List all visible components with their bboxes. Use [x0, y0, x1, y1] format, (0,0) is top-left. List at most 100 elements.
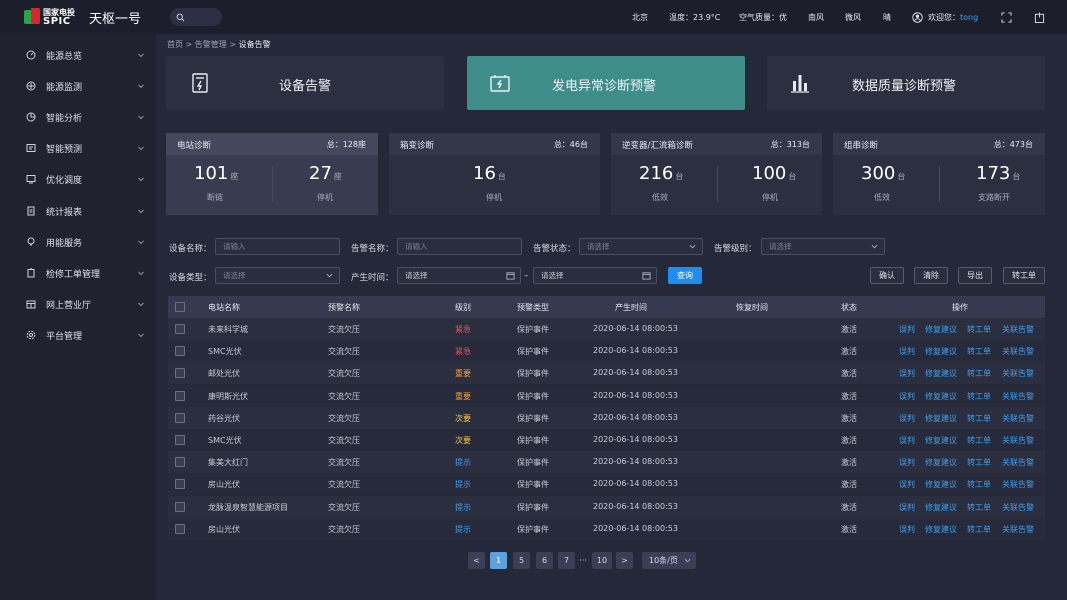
sidebar-item[interactable]: 智能预测: [0, 136, 156, 160]
repair-suggestion-link[interactable]: 修复建议: [925, 457, 957, 468]
misjudge-link[interactable]: 误判: [899, 502, 915, 513]
table-row[interactable]: SMC光伏 交流欠压 次要 保护事件 2020-06-14 08:00:53 激活 误判 修复…: [168, 429, 1045, 451]
misjudge-link[interactable]: 误判: [899, 391, 915, 402]
transfer-workorder-link[interactable]: 转工单: [967, 524, 991, 535]
misjudge-link[interactable]: 误判: [899, 479, 915, 490]
alarm-level-select[interactable]: 请选择: [761, 238, 885, 255]
repair-suggestion-link[interactable]: 修复建议: [925, 368, 957, 379]
table-row[interactable]: 邮处光伏 交流欠压 重要 保护事件 2020-06-14 08:00:53 激活 误判 修复建…: [168, 362, 1045, 385]
misjudge-link[interactable]: 误判: [899, 435, 915, 446]
breadcrumb-parent[interactable]: 告警管理: [195, 40, 227, 49]
data-quality-card[interactable]: 数据质量诊断预警: [767, 56, 1045, 110]
misjudge-link[interactable]: 误判: [899, 413, 915, 424]
logo[interactable]: 国家电投 SPIC 天枢一号: [24, 8, 154, 27]
repair-suggestion-link[interactable]: 修复建议: [925, 324, 957, 335]
page-button[interactable]: 1: [490, 552, 507, 569]
related-alarm-link[interactable]: 关联告警: [1002, 435, 1034, 446]
repair-suggestion-link[interactable]: 修复建议: [925, 346, 957, 357]
row-checkbox[interactable]: [175, 457, 185, 468]
related-alarm-link[interactable]: 关联告警: [1002, 368, 1034, 379]
repair-suggestion-link[interactable]: 修复建议: [925, 413, 957, 424]
generation-anomaly-card[interactable]: 发电异常诊断预警: [467, 56, 745, 110]
transfer-workorder-link[interactable]: 转工单: [967, 435, 991, 446]
misjudge-link[interactable]: 误判: [899, 346, 915, 357]
related-alarm-link[interactable]: 关联告警: [1002, 479, 1034, 490]
page-button[interactable]: 10: [592, 552, 612, 569]
sidebar-item[interactable]: 能源总览: [0, 43, 156, 67]
related-alarm-link[interactable]: 关联告警: [1002, 457, 1034, 468]
sidebar-item[interactable]: 智能分析: [0, 105, 156, 129]
misjudge-link[interactable]: 误判: [899, 457, 915, 468]
table-row[interactable]: 药谷光伏 交流欠压 次要 保护事件 2020-06-14 08:00:53 激活 误判 修复建…: [168, 406, 1045, 429]
end-date-input[interactable]: 请选择: [533, 267, 657, 284]
sidebar-item[interactable]: 检修工单管理: [0, 261, 156, 285]
sidebar-item[interactable]: 优化调度: [0, 167, 156, 191]
box-transformer-diagnosis-card[interactable]: 箱变诊断 总：46台 16 台 停机: [389, 133, 600, 215]
query-button[interactable]: 查询: [668, 267, 702, 284]
fullscreen-button[interactable]: [1001, 0, 1012, 34]
row-checkbox[interactable]: [175, 368, 185, 379]
select-all-checkbox[interactable]: [175, 302, 185, 312]
row-checkbox[interactable]: [175, 435, 185, 445]
table-row[interactable]: 康明斯光伏 交流欠压 重要 保护事件 2020-06-14 08:00:53 激活 误判 修复…: [168, 384, 1045, 407]
transfer-workorder-link[interactable]: 转工单: [967, 457, 991, 468]
misjudge-link[interactable]: 误判: [899, 324, 915, 335]
row-checkbox[interactable]: [175, 523, 185, 534]
transfer-workorder-link[interactable]: 转工单: [967, 346, 991, 357]
misjudge-link[interactable]: 误判: [899, 368, 915, 379]
device-alarm-card[interactable]: 设备告警: [166, 56, 444, 110]
related-alarm-link[interactable]: 关联告警: [1002, 413, 1034, 424]
alarm-name-input[interactable]: 请输入: [397, 238, 522, 255]
station-diagnosis-card[interactable]: 电站诊断 总：128座 101 座 断链 27 座 停机: [166, 133, 378, 215]
page-size-select[interactable]: 10条/页: [642, 552, 696, 569]
prev-page-button[interactable]: <: [468, 552, 485, 569]
clear-button[interactable]: 清除: [914, 267, 948, 284]
repair-suggestion-link[interactable]: 修复建议: [925, 524, 957, 535]
inverter-diagnosis-card[interactable]: 逆变器/汇流箱诊断 总：313台 216 台 低效 100 台 停机: [611, 133, 822, 215]
sidebar-item[interactable]: 用能服务: [0, 230, 156, 254]
table-row[interactable]: 房山光伏 交流欠压 提示 保护事件 2020-06-14 08:00:53 激活 误判 修复建…: [168, 473, 1045, 496]
page-button[interactable]: 6: [536, 552, 553, 569]
row-checkbox[interactable]: [175, 412, 185, 423]
related-alarm-link[interactable]: 关联告警: [1002, 524, 1034, 535]
logout-button[interactable]: [1034, 0, 1045, 34]
repair-suggestion-link[interactable]: 修复建议: [925, 502, 957, 513]
transfer-workorder-link[interactable]: 转工单: [967, 391, 991, 402]
related-alarm-link[interactable]: 关联告警: [1002, 346, 1034, 357]
table-row[interactable]: 龙脉温泉智慧能源项目 交流欠压 提示 保护事件 2020-06-14 08:00:53 激…: [168, 495, 1045, 518]
transfer-workorder-link[interactable]: 转工单: [967, 479, 991, 490]
breadcrumb-home[interactable]: 首页: [167, 40, 183, 49]
device-name-input[interactable]: 请输入: [215, 238, 340, 255]
row-checkbox[interactable]: [175, 390, 185, 401]
export-button[interactable]: 导出: [958, 267, 992, 284]
transfer-workorder-link[interactable]: 转工单: [967, 368, 991, 379]
table-row[interactable]: SMC光伏 交流欠压 紧急 保护事件 2020-06-14 08:00:53 激活 误判 修复…: [168, 340, 1045, 363]
transfer-workorder-button[interactable]: 转工单: [1003, 267, 1045, 284]
row-checkbox[interactable]: [175, 479, 185, 490]
page-button[interactable]: 5: [513, 552, 530, 569]
table-row[interactable]: 集美大红门 交流欠压 提示 保护事件 2020-06-14 08:00:53 激活 误判 修复…: [168, 451, 1045, 474]
misjudge-link[interactable]: 误判: [899, 524, 915, 535]
table-row[interactable]: 未来科学城 交流欠压 紧急 保护事件 2020-06-14 08:00:53 激活 误判 修复…: [168, 318, 1045, 340]
repair-suggestion-link[interactable]: 修复建议: [925, 479, 957, 490]
start-date-input[interactable]: 请选择: [397, 267, 521, 284]
page-button[interactable]: 7: [558, 552, 575, 569]
sidebar-item[interactable]: 平台管理: [0, 323, 156, 347]
transfer-workorder-link[interactable]: 转工单: [967, 413, 991, 424]
string-diagnosis-card[interactable]: 组串诊断 总：473台 300 台 低效 173 台 支路断开: [833, 133, 1045, 215]
row-checkbox[interactable]: [175, 324, 185, 334]
sidebar-item[interactable]: 统计报表: [0, 199, 156, 223]
related-alarm-link[interactable]: 关联告警: [1002, 502, 1034, 513]
row-checkbox[interactable]: [175, 501, 185, 512]
transfer-workorder-link[interactable]: 转工单: [967, 502, 991, 513]
table-row[interactable]: 房山光伏 交流欠压 提示 保护事件 2020-06-14 08:00:53 激活 误判 修复建…: [168, 517, 1045, 540]
confirm-button[interactable]: 确认: [870, 267, 904, 284]
row-checkbox[interactable]: [175, 346, 185, 357]
search-input[interactable]: [170, 8, 222, 26]
next-page-button[interactable]: >: [616, 552, 633, 569]
device-type-select[interactable]: 请选择: [215, 267, 340, 284]
transfer-workorder-link[interactable]: 转工单: [967, 324, 991, 335]
related-alarm-link[interactable]: 关联告警: [1002, 324, 1034, 335]
repair-suggestion-link[interactable]: 修复建议: [925, 435, 957, 446]
repair-suggestion-link[interactable]: 修复建议: [925, 391, 957, 402]
